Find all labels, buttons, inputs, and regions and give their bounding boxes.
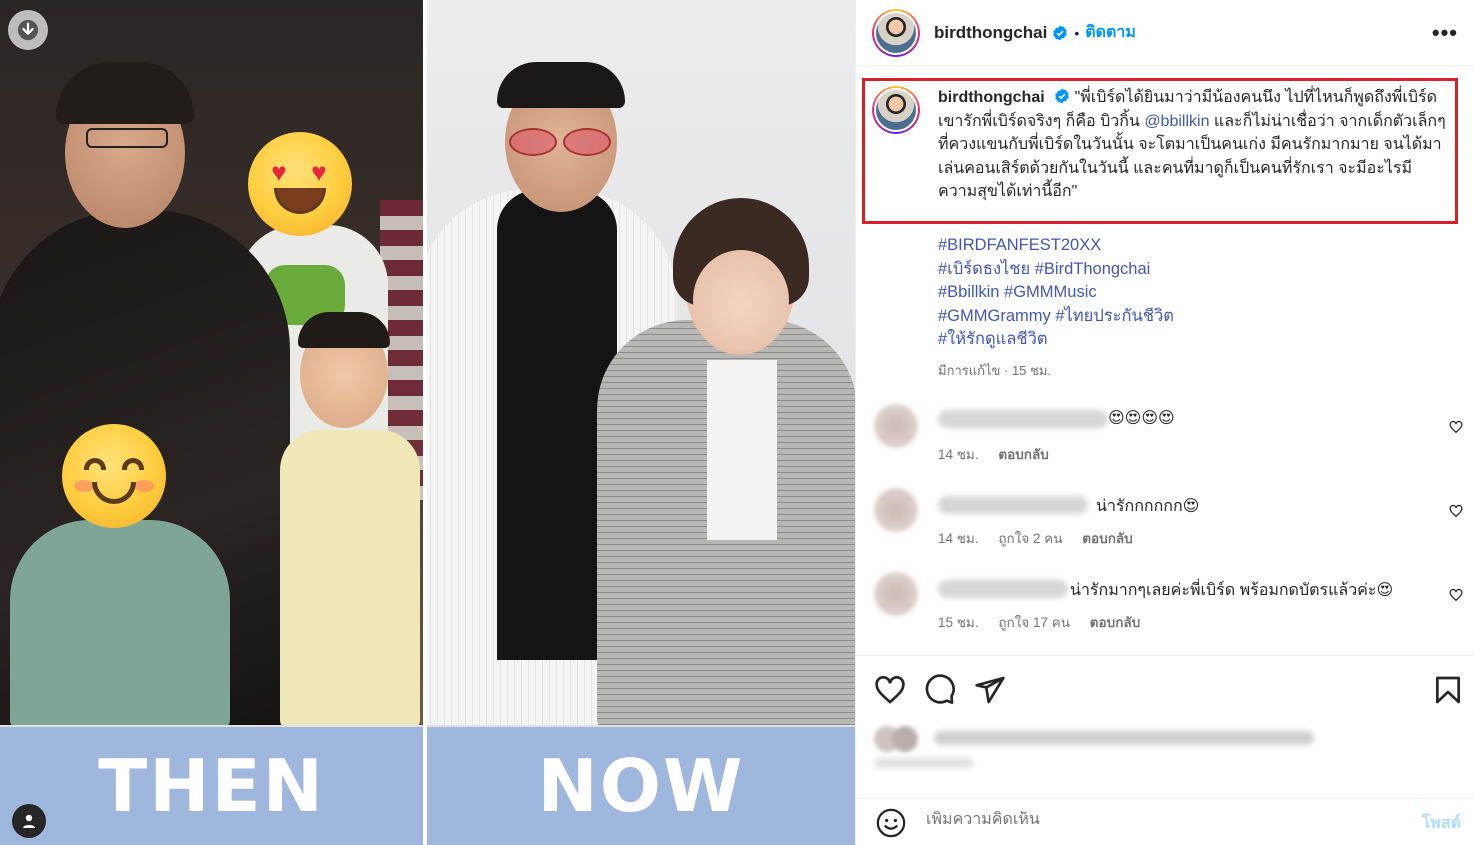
red-glasses-left xyxy=(509,128,557,156)
then-photo: ♥ ♥ xyxy=(0,0,423,725)
comment-input[interactable] xyxy=(926,811,1346,829)
post-header: birdthongchai • ติดตาม ••• xyxy=(856,0,1474,66)
now-label-bar: NOW xyxy=(427,727,855,845)
reply-button[interactable]: ตอบกลับ xyxy=(998,447,1048,462)
send-icon[interactable] xyxy=(974,674,1006,706)
reply-button[interactable]: ตอบกลับ xyxy=(1082,531,1132,546)
caption-avatar[interactable] xyxy=(872,86,920,134)
then-label-bar: THEN xyxy=(0,727,423,845)
verified-badge-icon xyxy=(1055,88,1069,104)
post-side-panel: birdthongchai • ติดตาม ••• birdthongchai… xyxy=(855,0,1474,845)
hashtag-line[interactable]: #Bbillkin #GMMMusic xyxy=(938,281,1174,305)
download-arrow-icon xyxy=(17,19,39,41)
heart-eyes-emoji-icon: ♥ ♥ xyxy=(248,132,352,236)
comment-text: น่ารักมากๆเลยค่ะพี่เบิร์ด พร้อมกดบัตรแล้… xyxy=(1070,582,1394,599)
comment-item: น่ารักกกกกก😍 14 ชม. ถูกใจ 2 คน ตอบกลับ xyxy=(856,480,1474,560)
heart-icon[interactable] xyxy=(874,674,906,706)
commenter-avatar[interactable] xyxy=(874,572,918,616)
caption: birdthongchai "พี่เบิร์ดได้ยินมาว่ามีน้อ… xyxy=(872,86,1448,204)
mention-link[interactable]: @bbillkin xyxy=(1144,113,1209,130)
smiling-emoji-icon xyxy=(62,424,166,528)
comment-like-heart-icon[interactable] xyxy=(1449,588,1463,602)
comment-item: น่ารักมากๆเลยค่ะพี่เบิร์ด พร้อมกดบัตรแล้… xyxy=(856,564,1474,644)
avatar-image xyxy=(876,12,916,53)
caption-text: birdthongchai "พี่เบิร์ดได้ยินมาว่ามีน้อ… xyxy=(938,86,1448,204)
comment-time: 14 ชม. xyxy=(938,531,979,546)
commenter-name-blurred[interactable] xyxy=(938,580,1068,598)
red-glasses-right xyxy=(563,128,611,156)
comment-time: 14 ชม. xyxy=(938,447,979,462)
now-label: NOW xyxy=(537,744,745,828)
post-media[interactable]: ♥ ♥ THEN NOW xyxy=(0,0,855,845)
bookmark-icon[interactable] xyxy=(1432,674,1464,706)
reply-button[interactable]: ตอบกลับ xyxy=(1090,615,1140,630)
post-comment-button[interactable]: โพสต์ xyxy=(1422,811,1461,836)
caption-username[interactable]: birdthongchai xyxy=(938,89,1045,106)
commenter-name-blurred[interactable] xyxy=(938,410,1108,428)
edited-timestamp: มีการแก้ไข · 15 ชม. xyxy=(938,363,1052,378)
commenter-name-blurred[interactable] xyxy=(938,496,1088,514)
younger-man-face-front xyxy=(693,250,789,350)
man-hair xyxy=(56,62,194,124)
comment-likes[interactable]: ถูกใจ 17 คน xyxy=(998,615,1070,630)
media-divider xyxy=(423,0,427,845)
comment-bubble-icon[interactable] xyxy=(924,674,956,706)
white-shirt xyxy=(707,360,777,540)
user-tag-icon xyxy=(23,814,35,828)
follow-button[interactable]: ติดตาม xyxy=(1085,20,1136,45)
then-label: THEN xyxy=(98,744,325,828)
liked-by-summary-blurred[interactable] xyxy=(874,722,1314,770)
hashtag-line[interactable]: #ให้รักดูแลชีวิต xyxy=(938,328,1174,352)
download-button[interactable] xyxy=(8,10,48,50)
comment-meta: 15 ชม. ถูกใจ 17 คน ตอบกลับ xyxy=(938,611,1156,633)
comment-likes[interactable]: ถูกใจ 2 คน xyxy=(998,531,1062,546)
more-options-icon[interactable]: ••• xyxy=(1432,20,1458,46)
author-username[interactable]: birdthongchai xyxy=(934,23,1047,43)
add-comment-bar: โพสต์ xyxy=(856,798,1474,845)
now-photo xyxy=(427,0,855,725)
kid-yellow-shirt xyxy=(280,430,420,725)
post-action-bar xyxy=(856,655,1474,725)
hashtag-line[interactable]: #BIRDFANFEST20XX xyxy=(938,234,1174,258)
comment-text: น่ารักกกกกก😍 xyxy=(1096,498,1200,515)
comment-meta: 14 ชม. ถูกใจ 2 คน ตอบกลับ xyxy=(938,527,1149,549)
child-front-shirt xyxy=(10,520,230,725)
comment-meta: 14 ชม. ตอบกลับ xyxy=(938,443,1065,465)
comment-text: 😍😍😍😍 xyxy=(1108,410,1175,427)
commenter-avatar[interactable] xyxy=(874,404,918,448)
author-avatar[interactable] xyxy=(872,8,920,57)
older-man-hair xyxy=(497,62,625,108)
comment-like-heart-icon[interactable] xyxy=(1449,420,1463,434)
tagged-users-button[interactable] xyxy=(12,804,46,838)
kid-hair xyxy=(298,312,390,348)
comment-like-heart-icon[interactable] xyxy=(1449,504,1463,518)
separator-dot: • xyxy=(1074,24,1080,41)
verified-badge-icon xyxy=(1053,25,1068,40)
emoji-picker-icon[interactable] xyxy=(876,808,906,838)
hashtag-line[interactable]: #GMMGrammy #ไทยประกันชีวิต xyxy=(938,305,1174,329)
man-glasses xyxy=(86,128,168,148)
instagram-post-view: ♥ ♥ THEN NOW birdthongchai • ติดตาม ••• … xyxy=(0,0,1474,845)
comment-item: 😍😍😍😍 14 ชม. ตอบกลับ xyxy=(856,396,1474,476)
comment-time: 15 ชม. xyxy=(938,615,979,630)
commenter-avatar[interactable] xyxy=(874,488,918,532)
hashtag-list: #BIRDFANFEST20XX #เบิร์ดธงไชย #BirdThong… xyxy=(938,234,1174,352)
hashtag-line[interactable]: #เบิร์ดธงไชย #BirdThongchai xyxy=(938,258,1174,282)
